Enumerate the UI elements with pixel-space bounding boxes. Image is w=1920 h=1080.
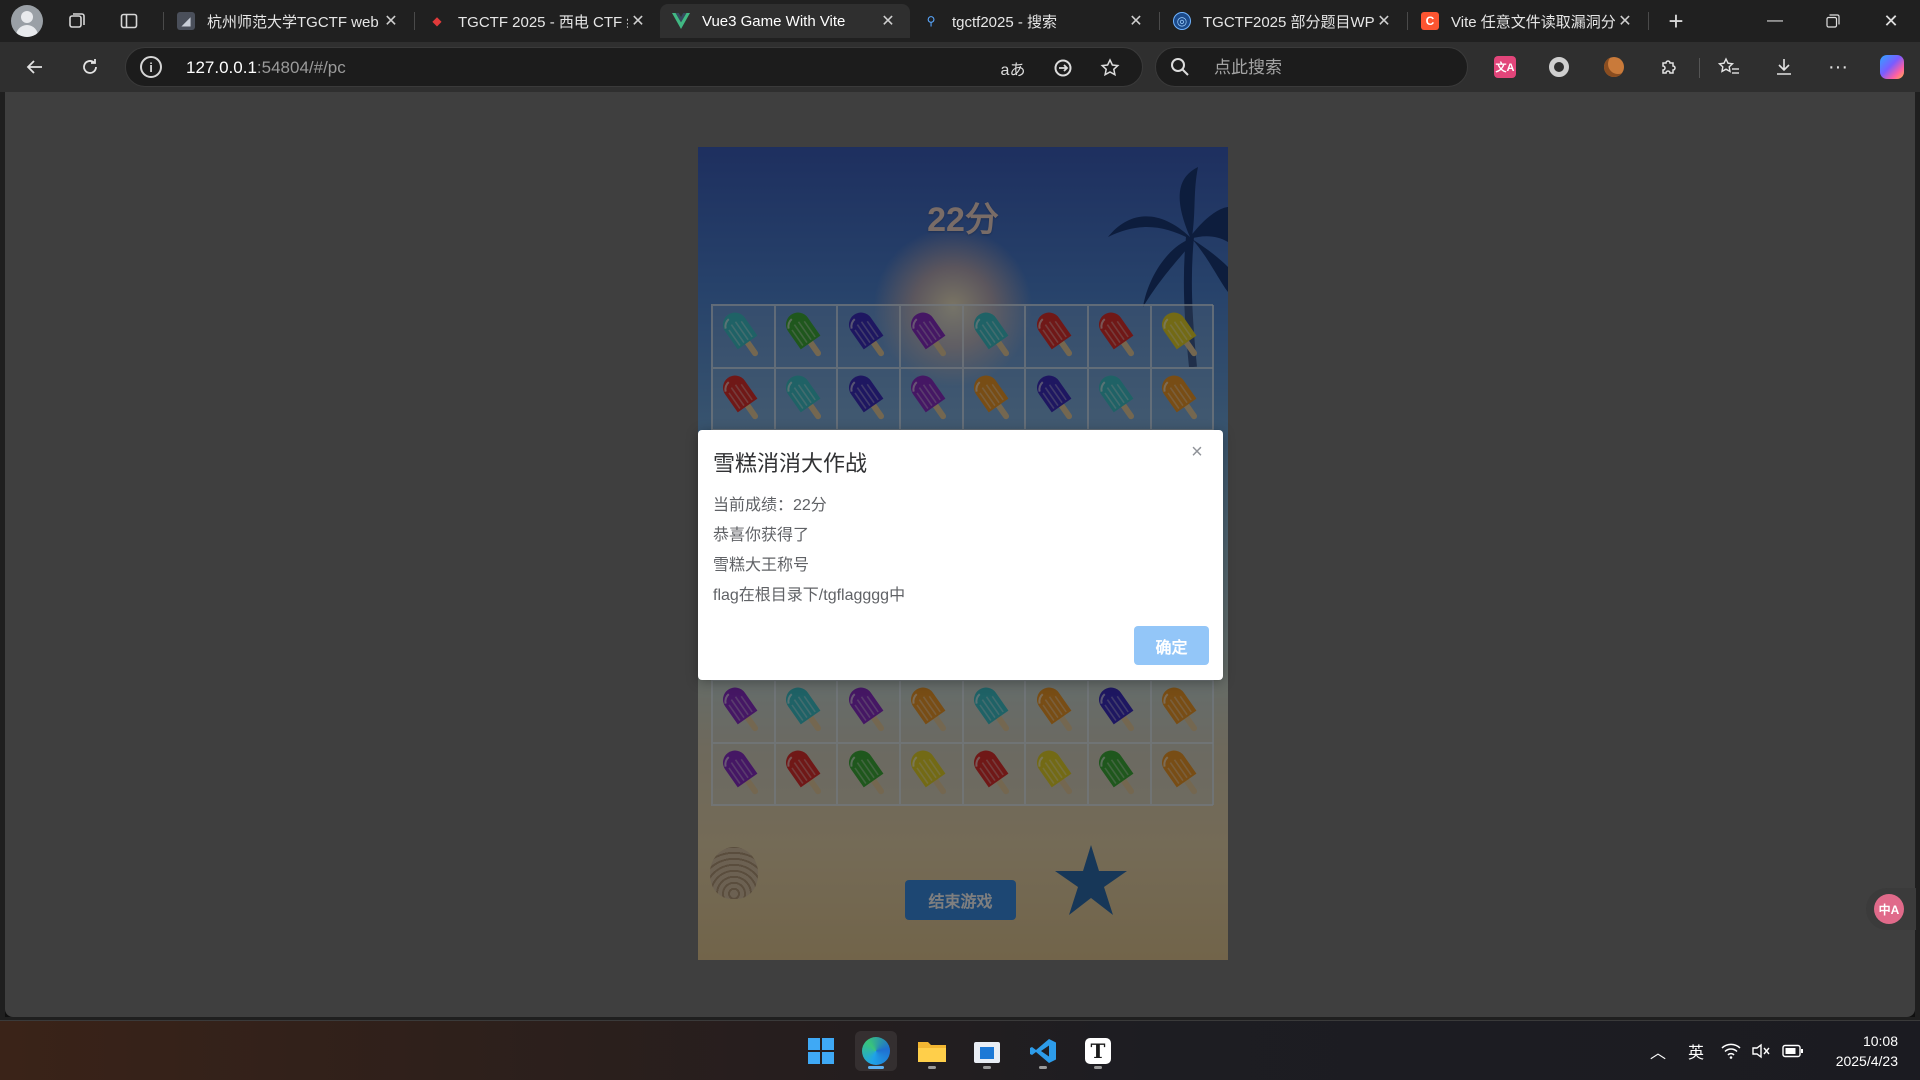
close-icon[interactable]: ✕: [628, 11, 648, 31]
tab-strip: ◢ 杭州师范大学TGCTF web ✕ ◆ TGCTF 2025 - 西电 CT…: [0, 0, 1920, 42]
site-info-icon[interactable]: i: [140, 56, 162, 78]
page-icon: ◢: [177, 12, 195, 30]
tab-title: Vue3 Game With Vite: [702, 12, 846, 30]
dialog-line-title: 雪糕大王称号: [713, 557, 810, 574]
favorites-icon[interactable]: [1713, 51, 1745, 83]
tab-title: tgctf2025 - 搜索: [952, 13, 1058, 31]
system-clock[interactable]: 10:08 2025/4/23: [1836, 1031, 1898, 1071]
dialog-line-congrats: 恭喜你获得了: [713, 527, 810, 544]
favorite-star-icon[interactable]: [1096, 54, 1124, 82]
search-icon: ⚲: [926, 14, 936, 28]
close-icon[interactable]: ✕: [878, 11, 898, 31]
address-bar[interactable]: i 127.0.0.1:54804/#/pc aあ: [125, 47, 1143, 87]
vertical-tabs-icon[interactable]: [113, 5, 145, 37]
record-extension-icon[interactable]: [1543, 51, 1575, 83]
system-tray: ︿ 英: [1640, 1021, 1810, 1080]
xidian-icon: ◆: [432, 14, 442, 28]
windows-start-icon[interactable]: [800, 1031, 842, 1071]
dialog-body: 当前成绩：22分 恭喜你获得了 雪糕大王称号 flag在根目录下/tgflagg…: [713, 491, 905, 611]
close-icon[interactable]: ✕: [1374, 11, 1394, 31]
tab-4[interactable]: ⚲ tgctf2025 - 搜索 ✕: [910, 4, 1158, 38]
tab-3[interactable]: Vue3 Game With Vite ✕: [660, 4, 910, 38]
refresh-icon[interactable]: [74, 51, 106, 83]
show-hidden-icons-icon[interactable]: ︿: [1640, 1039, 1676, 1063]
edge-icon[interactable]: [855, 1031, 897, 1071]
immersive-reader-icon[interactable]: [1049, 54, 1077, 82]
ime-indicator[interactable]: 英: [1676, 1039, 1716, 1063]
search-box[interactable]: [1155, 47, 1468, 87]
tab-6[interactable]: C Vite 任意文件读取漏洞分 ✕: [1409, 4, 1647, 38]
clock-time: 10:08: [1862, 1033, 1898, 1049]
confirm-button[interactable]: 确定: [1134, 626, 1209, 665]
wifi-icon[interactable]: [1716, 1043, 1746, 1059]
tab-title: Vite 任意文件读取漏洞分: [1451, 13, 1615, 31]
dialog-line-score: 当前成绩：22分: [713, 497, 827, 514]
floating-translate-button[interactable]: 中A: [1866, 888, 1916, 930]
translate-extension-icon[interactable]: 文A: [1489, 51, 1521, 83]
dialog-title: 雪糕消消大作战: [713, 451, 868, 476]
result-dialog: 雪糕消消大作战 × 当前成绩：22分 恭喜你获得了 雪糕大王称号 flag在根目…: [698, 430, 1223, 680]
search-input[interactable]: [1214, 56, 1444, 80]
downloads-icon[interactable]: [1768, 51, 1800, 83]
restore-button[interactable]: [1810, 0, 1856, 42]
extensions-puzzle-icon[interactable]: [1653, 51, 1685, 83]
close-icon[interactable]: ✕: [381, 11, 401, 31]
tab-2[interactable]: ◆ TGCTF 2025 - 西电 CTF 终 ✕: [416, 4, 660, 38]
search-icon: [1171, 58, 1189, 76]
minimize-button[interactable]: —: [1752, 0, 1798, 42]
close-icon[interactable]: ×: [1187, 442, 1207, 462]
new-tab-button[interactable]: +: [1660, 5, 1692, 37]
copilot-icon[interactable]: [1876, 51, 1908, 83]
windows-taskbar: T ︿ 英 10:08 2025/4/23: [0, 1020, 1920, 1080]
store-icon[interactable]: [966, 1031, 1008, 1071]
clock-date: 2025/4/23: [1835, 1053, 1898, 1069]
back-arrow-icon[interactable]: [19, 51, 51, 83]
tab-5[interactable]: ◎ TGCTF2025 部分题目WP - ✕: [1161, 4, 1406, 38]
close-icon[interactable]: ✕: [1126, 11, 1146, 31]
read-aloud-icon[interactable]: aあ: [999, 54, 1027, 82]
tab-title: TGCTF2025 部分题目WP -: [1203, 13, 1374, 31]
tab-title: 杭州师范大学TGCTF web: [207, 13, 379, 31]
cookie-extension-icon[interactable]: [1598, 51, 1630, 83]
vscode-icon[interactable]: [1022, 1031, 1064, 1071]
typora-icon[interactable]: T: [1077, 1031, 1119, 1071]
volume-muted-icon[interactable]: [1746, 1043, 1776, 1059]
battery-icon[interactable]: [1776, 1044, 1810, 1058]
tab-1[interactable]: ◢ 杭州师范大学TGCTF web ✕: [165, 4, 413, 38]
file-explorer-icon[interactable]: [911, 1031, 953, 1071]
close-icon[interactable]: ✕: [1615, 11, 1635, 31]
dialog-line-flag: flag在根目录下/tgflagggg中: [713, 587, 906, 604]
profile-avatar[interactable]: [11, 5, 43, 37]
more-menu-icon[interactable]: ···: [1822, 51, 1854, 83]
address-url[interactable]: 127.0.0.1:54804/#/pc: [186, 58, 346, 78]
workspaces-icon[interactable]: [61, 5, 93, 37]
translate-icon: 中A: [1874, 894, 1904, 924]
close-window-button[interactable]: ✕: [1868, 0, 1914, 42]
blog-icon: ◎: [1173, 12, 1191, 30]
browser-toolbar: i 127.0.0.1:54804/#/pc aあ 文A ···: [0, 42, 1920, 92]
url-path: :54804/#/pc: [256, 58, 346, 77]
url-host: 127.0.0.1: [186, 58, 257, 77]
vue-icon: [672, 12, 690, 30]
tab-title: TGCTF 2025 - 西电 CTF 终: [458, 13, 628, 31]
csdn-icon: C: [1421, 12, 1439, 30]
